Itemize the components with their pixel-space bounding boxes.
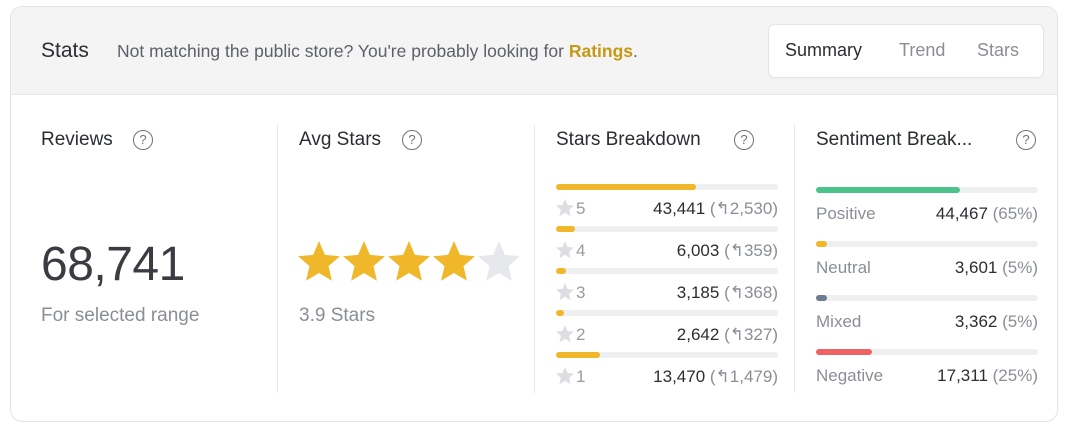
sentiment-row-neutral: Neutral 3,601 (5%) (816, 241, 1038, 289)
star-filled-icon (343, 241, 385, 281)
star-icon (555, 367, 575, 385)
bar-fill (816, 349, 872, 355)
star-level: 5 (576, 199, 586, 218)
view-tabs: Summary Trend Stars (769, 25, 1043, 77)
star-count: 6,003 (↰359) (676, 241, 778, 260)
sentiment-row-negative: Negative 17,311 (25%) (816, 349, 1038, 397)
help-icon[interactable]: ? (734, 130, 754, 150)
help-icon[interactable]: ? (402, 130, 422, 150)
store-note-text: Not matching the public store? You're pr… (117, 41, 569, 61)
sentiment-row-mixed: Mixed 3,362 (5%) (816, 295, 1038, 343)
divider (534, 125, 535, 393)
reviews-count: 68,741 (41, 238, 185, 291)
bar-fill (556, 310, 565, 316)
stats-header: Stats Not matching the public store? You… (11, 7, 1057, 95)
ratings-link[interactable]: Ratings (569, 41, 633, 61)
star-level: 3 (576, 283, 586, 302)
stars-breakdown-title: Stars Breakdown (556, 129, 701, 150)
help-icon[interactable]: ? (1016, 130, 1036, 150)
star-count: 2,642 (↰327) (676, 325, 778, 344)
tab-summary[interactable]: Summary (785, 40, 862, 61)
tab-stars[interactable]: Stars (977, 40, 1019, 61)
star-rating (298, 241, 520, 281)
star-icon (555, 241, 575, 259)
divider (277, 125, 278, 393)
sentiment-label: Neutral (816, 258, 871, 277)
bar-fill (556, 184, 697, 190)
stars-row-4: 4 6,003 (↰359) (555, 226, 778, 268)
sentiment-title: Sentiment Break... (816, 129, 973, 150)
help-icon[interactable]: ? (133, 130, 153, 150)
bar-fill (556, 226, 576, 232)
star-level: 4 (576, 241, 586, 260)
bar-track (816, 187, 1038, 193)
bar-fill (816, 187, 961, 193)
stars-row-5: 5 43,441 (↰2,530) (555, 184, 778, 226)
sentiment-section: Sentiment Break... ? Positive 44,467 (65%… (816, 125, 1038, 393)
reviews-section: Reviews ? 68,741 For selected range (41, 125, 261, 393)
avg-stars-caption: 3.9 Stars (299, 305, 376, 326)
stars-breakdown-section: Stars Breakdown ? 5 43,441 (↰2,530) 4 6,003… (555, 125, 778, 394)
bar-track (816, 241, 1038, 247)
sentiment-row-positive: Positive 44,467 (65%) (816, 187, 1038, 235)
star-level: 1 (576, 367, 586, 386)
star-icon (555, 199, 575, 217)
bar-track (556, 184, 778, 190)
bar-fill (816, 295, 828, 301)
divider (794, 125, 795, 393)
bar-track (556, 268, 778, 274)
star-count: 13,470 (↰1,479) (653, 367, 778, 386)
sentiment-label: Negative (816, 366, 884, 385)
star-icon (555, 325, 575, 343)
reply-arrow-icon: (↰359) (724, 241, 778, 260)
stars-row-2: 2 2,642 (↰327) (555, 310, 778, 352)
sentiment-count: 17,311 (25%) (937, 366, 1038, 385)
avg-stars-title: Avg Stars (299, 129, 382, 150)
star-count: 43,441 (↰2,530) (653, 199, 778, 218)
reply-arrow-icon: (↰2,530) (709, 199, 778, 218)
stars-row-1: 1 13,470 (↰1,479) (555, 352, 778, 394)
star-filled-icon (388, 241, 430, 281)
avg-stars-section: Avg Stars ? 3.9 Stars (298, 125, 523, 393)
tab-trend[interactable]: Trend (899, 40, 945, 61)
sentiment-count: 3,362 (5%) (954, 312, 1038, 331)
star-icon (555, 283, 575, 301)
bar-fill (556, 352, 600, 358)
store-note: Not matching the public store? You're pr… (117, 41, 638, 62)
bar-track (556, 226, 778, 232)
stats-card: Stats Not matching the public store? You… (10, 6, 1058, 422)
store-note-end: . (633, 41, 638, 61)
star-count: 3,185 (↰368) (676, 283, 778, 302)
reviews-caption: For selected range (41, 305, 200, 326)
stats-title: Stats (41, 39, 89, 62)
bar-track (816, 295, 1038, 301)
bar-track (816, 349, 1038, 355)
stars-row-3: 3 3,185 (↰368) (555, 268, 778, 310)
reply-arrow-icon: (↰1,479) (709, 367, 778, 386)
bar-track (556, 310, 778, 316)
bar-fill (556, 268, 567, 274)
reply-arrow-icon: (↰327) (724, 325, 778, 344)
star-empty-icon (478, 241, 520, 281)
bar-track (556, 352, 778, 358)
bar-fill (816, 241, 828, 247)
sentiment-count: 3,601 (5%) (954, 258, 1038, 277)
reviews-title: Reviews (41, 129, 113, 150)
star-filled-icon (298, 241, 340, 281)
sentiment-count: 44,467 (65%) (935, 204, 1038, 223)
sentiment-label: Positive (816, 204, 876, 223)
reply-arrow-icon: (↰368) (724, 283, 778, 302)
star-level: 2 (576, 325, 586, 344)
sentiment-label: Mixed (816, 312, 862, 331)
star-filled-icon (433, 241, 475, 281)
